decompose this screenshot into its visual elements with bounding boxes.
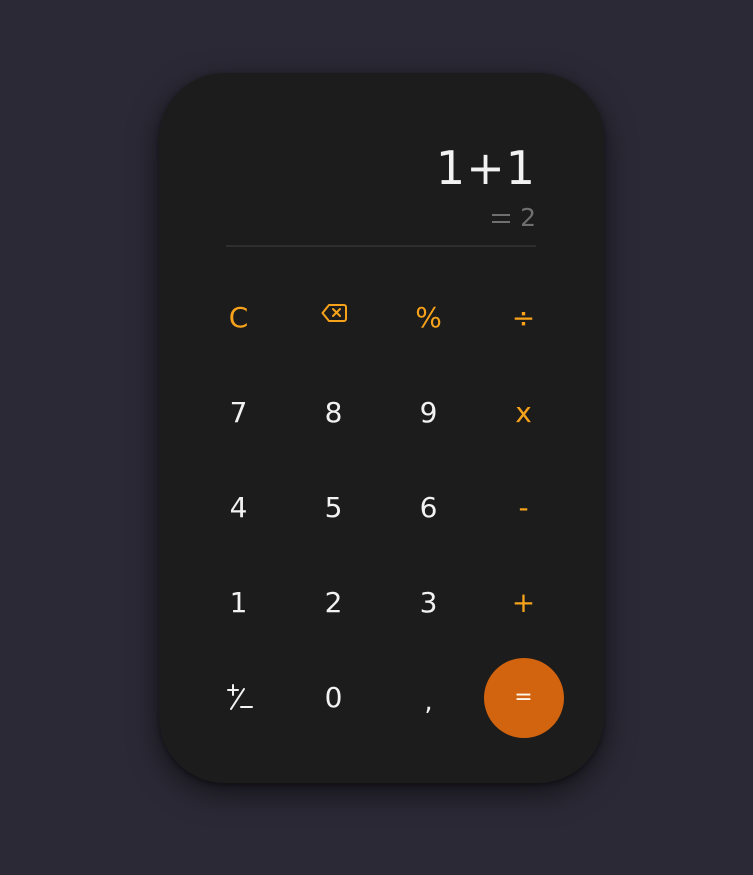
minus-button[interactable]: - [476, 460, 571, 555]
one-button[interactable]: 1 [191, 555, 286, 650]
result-value: 2 [520, 203, 536, 232]
three-button[interactable]: 3 [381, 555, 476, 650]
equals-label: = [483, 657, 564, 738]
calculator: 1+1 2 C % ÷ 7 8 9 x 4 5 6 - 1 2 3 + 0 , … [159, 73, 604, 783]
two-button[interactable]: 2 [286, 555, 381, 650]
keypad: C % ÷ 7 8 9 x 4 5 6 - 1 2 3 + 0 , = [191, 270, 571, 745]
plus-button[interactable]: + [476, 555, 571, 650]
seven-button[interactable]: 7 [191, 365, 286, 460]
backspace-icon [321, 303, 347, 322]
equals-button[interactable]: = [476, 650, 571, 745]
clear-button[interactable]: C [191, 270, 286, 365]
percent-button[interactable]: % [381, 270, 476, 365]
decimal-button[interactable]: , [381, 658, 476, 745]
zero-button[interactable]: 0 [286, 650, 381, 745]
eight-button[interactable]: 8 [286, 365, 381, 460]
backspace-button[interactable] [286, 270, 381, 365]
plus-minus-icon [226, 683, 253, 710]
four-button[interactable]: 4 [191, 460, 286, 555]
nine-button[interactable]: 9 [381, 365, 476, 460]
equals-sign-icon [492, 213, 511, 223]
plus-minus-button[interactable] [191, 650, 286, 745]
five-button[interactable]: 5 [286, 460, 381, 555]
result-display: 2 [492, 203, 536, 233]
expression-display: 1+1 [435, 141, 536, 195]
multiply-button[interactable]: x [476, 365, 571, 460]
divide-button[interactable]: ÷ [476, 270, 571, 365]
display: 1+1 2 [226, 73, 536, 247]
six-button[interactable]: 6 [381, 460, 476, 555]
